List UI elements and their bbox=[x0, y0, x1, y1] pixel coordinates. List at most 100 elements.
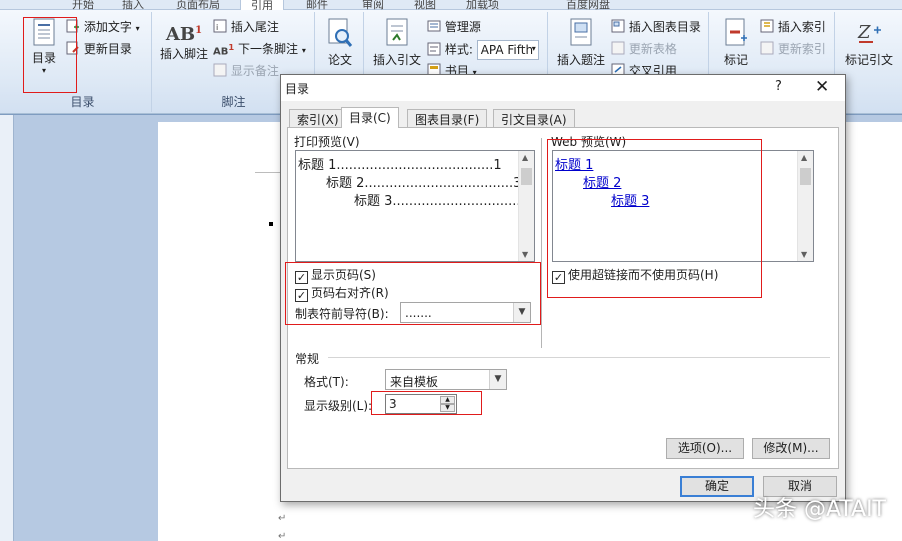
help-button[interactable]: ? bbox=[775, 79, 782, 94]
citation-icon bbox=[386, 18, 408, 46]
close-icon[interactable]: ✕ bbox=[815, 77, 829, 97]
next-footnote-label: 下一条脚注 bbox=[238, 42, 299, 56]
web-preview-label: Web 预览(W) bbox=[551, 135, 627, 149]
vertical-ruler bbox=[0, 115, 14, 541]
ribbon-tab-references[interactable]: 引用 bbox=[240, 0, 284, 12]
scroll-up-icon[interactable]: ▲ bbox=[522, 153, 528, 162]
ribbon-tab-strip: 开始 插入 页面布局 引用 邮件 审阅 视图 加载项 百度网盘 bbox=[0, 0, 902, 12]
spin-up-icon[interactable]: ▲ bbox=[440, 396, 455, 404]
insert-footnote-button[interactable]: AB1 插入脚注 bbox=[157, 24, 211, 62]
toc-group: 目录 ▾ 添加文字 ▾ 更新目录 目录 bbox=[14, 12, 152, 112]
tab-table-of-figures[interactable]: 图表目录(F) bbox=[407, 109, 488, 127]
toc-button[interactable]: 目录 ▾ bbox=[22, 18, 66, 75]
add-text-icon bbox=[66, 19, 80, 36]
update-index-button[interactable]: 更新索引 bbox=[760, 40, 826, 58]
insert-endnote-button[interactable]: i 插入尾注 bbox=[213, 18, 279, 36]
update-toc-label: 更新目录 bbox=[83, 42, 132, 56]
mark-citation-label: 标记引文 bbox=[844, 53, 893, 67]
mark-entry-label: 标记 bbox=[723, 53, 748, 67]
chevron-down-icon: ▾ bbox=[301, 46, 306, 55]
show-notes-label: 显示备注 bbox=[230, 64, 279, 78]
next-footnote-icon: AB1 bbox=[213, 41, 235, 58]
levels-spinner[interactable]: 3 ▲ ▼ bbox=[385, 394, 457, 414]
format-select[interactable]: 来自模板 ▼ bbox=[385, 369, 507, 390]
general-heading: 常规 bbox=[295, 352, 320, 366]
insert-index-button[interactable]: 插入索引 bbox=[760, 18, 826, 36]
scroll-thumb[interactable] bbox=[800, 168, 811, 185]
insert-index-label: 插入索引 bbox=[777, 20, 826, 34]
update-table-label: 更新表格 bbox=[628, 42, 677, 56]
show-notes-icon bbox=[213, 63, 227, 80]
print-preview-line: 标题 3..................................5 bbox=[354, 194, 535, 209]
web-preview-box[interactable]: 标题 1 标题 2 标题 3 ▲ ▼ bbox=[552, 150, 814, 262]
update-index-label: 更新索引 bbox=[777, 42, 826, 56]
general-divider bbox=[328, 357, 830, 358]
use-hyperlinks-checkbox[interactable]: ✓ 使用超链接而不使用页码(H) bbox=[552, 266, 718, 284]
checkmark-icon: ✓ bbox=[295, 289, 308, 302]
endnote-icon: i bbox=[213, 19, 227, 36]
next-footnote-button[interactable]: AB1 下一条脚注 ▾ bbox=[213, 40, 306, 57]
options-button[interactable]: 选项(O)... bbox=[666, 438, 744, 459]
insert-citation-button[interactable]: 插入引文 bbox=[369, 18, 425, 68]
style-label: 样式: bbox=[444, 42, 473, 57]
modify-button[interactable]: 修改(M)... bbox=[752, 438, 830, 459]
chevron-down-icon[interactable]: ▼ bbox=[513, 303, 530, 322]
update-toc-button[interactable]: 更新目录 bbox=[66, 40, 132, 58]
dialog-title: 目录 bbox=[285, 82, 310, 96]
mark-entry-button[interactable]: 标记 bbox=[714, 18, 758, 68]
tab-leader-select[interactable]: ....... ▼ bbox=[400, 302, 531, 323]
insert-table-of-figures-button[interactable]: 插入图表目录 bbox=[611, 18, 701, 36]
mark-entry-icon bbox=[725, 18, 747, 46]
right-align-checkbox[interactable]: ✓ 页码右对齐(R) bbox=[295, 284, 389, 302]
manage-sources-button[interactable]: 管理源 bbox=[427, 18, 481, 36]
research-button[interactable]: 论文 bbox=[320, 18, 360, 68]
ok-button[interactable]: 确定 bbox=[680, 476, 754, 497]
levels-value: 3 bbox=[389, 397, 397, 411]
tab-leader-value: ....... bbox=[405, 306, 432, 320]
table-of-figures-icon bbox=[611, 19, 625, 36]
spin-down-icon[interactable]: ▼ bbox=[440, 404, 455, 412]
update-toc-icon bbox=[66, 41, 80, 58]
print-preview-line: 标题 2....................................… bbox=[326, 176, 522, 191]
tab-toc[interactable]: 目录(C) bbox=[341, 107, 399, 128]
research-label: 论文 bbox=[327, 53, 352, 67]
insert-caption-button[interactable]: 插入题注 bbox=[553, 18, 609, 68]
scroll-down-icon[interactable]: ▼ bbox=[522, 250, 528, 259]
svg-text:Z: Z bbox=[857, 22, 871, 43]
print-preview-scrollbar[interactable]: ▲ ▼ bbox=[518, 151, 534, 261]
svg-text:i: i bbox=[216, 23, 218, 32]
format-value: 来自模板 bbox=[390, 375, 439, 389]
citation-style: 样式: APA Fifth ▾ bbox=[427, 40, 539, 60]
style-icon bbox=[427, 42, 441, 59]
print-preview-box[interactable]: 标题 1....................................… bbox=[295, 150, 535, 262]
web-preview-link[interactable]: 标题 3 bbox=[611, 190, 649, 209]
show-page-numbers-checkbox[interactable]: ✓ 显示页码(S) bbox=[295, 266, 376, 284]
add-text-button[interactable]: 添加文字 ▾ bbox=[66, 18, 140, 36]
chevron-down-icon[interactable]: ▼ bbox=[489, 370, 506, 389]
web-preview-link[interactable]: 标题 2 bbox=[583, 172, 621, 191]
add-text-label: 添加文字 bbox=[83, 20, 132, 34]
scroll-thumb[interactable] bbox=[521, 168, 532, 185]
manage-sources-icon bbox=[427, 19, 441, 36]
scroll-down-icon[interactable]: ▼ bbox=[801, 250, 807, 259]
paragraph-mark-icon: ↵ bbox=[278, 531, 287, 541]
toc-tab-panel: 打印预览(V) 标题 1............................… bbox=[287, 127, 839, 469]
caption-icon bbox=[570, 18, 592, 46]
checkmark-icon: ✓ bbox=[295, 271, 308, 284]
show-notes-button[interactable]: 显示备注 bbox=[213, 62, 279, 80]
web-preview-link[interactable]: 标题 1 bbox=[555, 154, 593, 173]
update-index-icon bbox=[760, 41, 774, 58]
scroll-up-icon[interactable]: ▲ bbox=[801, 153, 807, 162]
style-select[interactable]: APA Fifth ▾ bbox=[476, 40, 539, 60]
mark-citation-icon: Z bbox=[857, 22, 881, 43]
checkmark-icon: ✓ bbox=[552, 271, 565, 284]
update-table-button[interactable]: 更新表格 bbox=[611, 40, 677, 58]
tab-table-of-authorities[interactable]: 引文目录(A) bbox=[493, 109, 575, 127]
web-preview-scrollbar[interactable]: ▲ ▼ bbox=[797, 151, 813, 261]
bullet-marker bbox=[269, 222, 273, 226]
toc-icon bbox=[33, 18, 55, 46]
mark-citation-button[interactable]: Z 标记引文 bbox=[840, 18, 898, 68]
tab-index[interactable]: 索引(X) bbox=[289, 109, 347, 127]
tab-leader-label: 制表符前导符(B): bbox=[295, 307, 389, 321]
format-label: 格式(T): bbox=[304, 375, 349, 389]
